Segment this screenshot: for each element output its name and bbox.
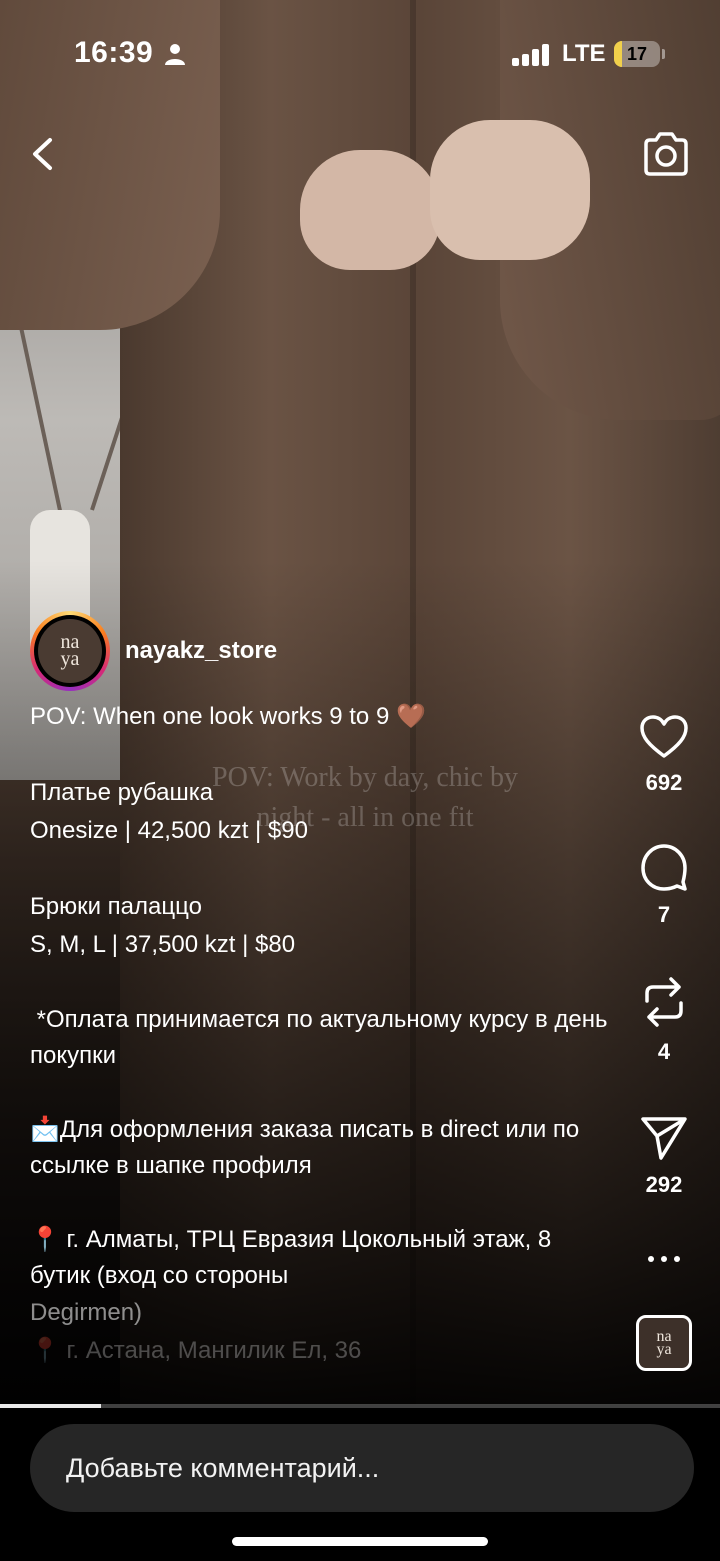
- share-button[interactable]: 292: [624, 1114, 704, 1198]
- caption-line: POV: When one look works 9 to 9 🤎: [30, 703, 426, 730]
- share-count: 292: [645, 1172, 683, 1197]
- status-bar: 16:39 LTE 17: [0, 30, 720, 80]
- more-dots-icon[interactable]: [648, 1252, 680, 1266]
- caption-line: 📍 г. Астана, Мангилик Ел, 36: [30, 1337, 362, 1364]
- left-hand: [300, 150, 440, 270]
- battery-level: 17: [626, 44, 648, 64]
- like-count: 692: [645, 770, 683, 795]
- paper-plane-icon: [641, 1117, 687, 1160]
- repost-icon: [645, 977, 683, 1027]
- avatar[interactable]: na ya: [30, 611, 110, 691]
- right-hand: [430, 120, 590, 260]
- battery-icon: 17: [614, 41, 660, 67]
- comment-button[interactable]: 7: [624, 842, 704, 928]
- network-type: LTE: [562, 40, 606, 67]
- caption-line: Платье рубашка: [30, 779, 214, 806]
- comment-bubble-icon: [641, 844, 687, 891]
- avatar-logo: na ya: [38, 619, 102, 683]
- heart-icon: [640, 715, 688, 758]
- status-time: 16:39: [74, 36, 154, 69]
- battery-tip: [662, 49, 665, 59]
- post-caption[interactable]: POV: When one look works 9 to 9 🤎 Платье…: [30, 698, 610, 1370]
- caption-line: Onesize | 42,500 kzt | $90: [30, 817, 308, 844]
- comment-input[interactable]: Добавьте комментарий...: [30, 1424, 694, 1512]
- caption-line: S, M, L | 37,500 kzt | $80: [30, 931, 296, 958]
- audio-thumbnail[interactable]: na ya: [636, 1315, 692, 1371]
- home-indicator[interactable]: [232, 1537, 488, 1546]
- username[interactable]: nayakz_store: [125, 637, 277, 665]
- signal-icon: [512, 44, 550, 66]
- caption-line: 📍 г. Алматы, ТРЦ Евразия Цокольный этаж,…: [30, 1226, 558, 1289]
- person-icon: [165, 44, 185, 65]
- repost-count: 4: [657, 1039, 671, 1064]
- bottom-bar: Добавьте комментарий...: [0, 1408, 720, 1561]
- caption-line: *Оплата принимается по актуальному курсу…: [30, 1006, 608, 1069]
- caption-line: Degirmen): [30, 1299, 143, 1326]
- caption-line: 📩Для оформления заказа писать в direct и…: [30, 1116, 586, 1179]
- comment-placeholder: Добавьте комментарий...: [66, 1452, 380, 1483]
- back-arrow-icon[interactable]: [22, 132, 66, 176]
- caption-line: Брюки палаццо: [30, 893, 202, 920]
- repost-button[interactable]: 4: [624, 975, 704, 1065]
- camera-icon[interactable]: [640, 128, 692, 180]
- like-button[interactable]: 692: [624, 714, 704, 796]
- comment-count: 7: [657, 902, 671, 927]
